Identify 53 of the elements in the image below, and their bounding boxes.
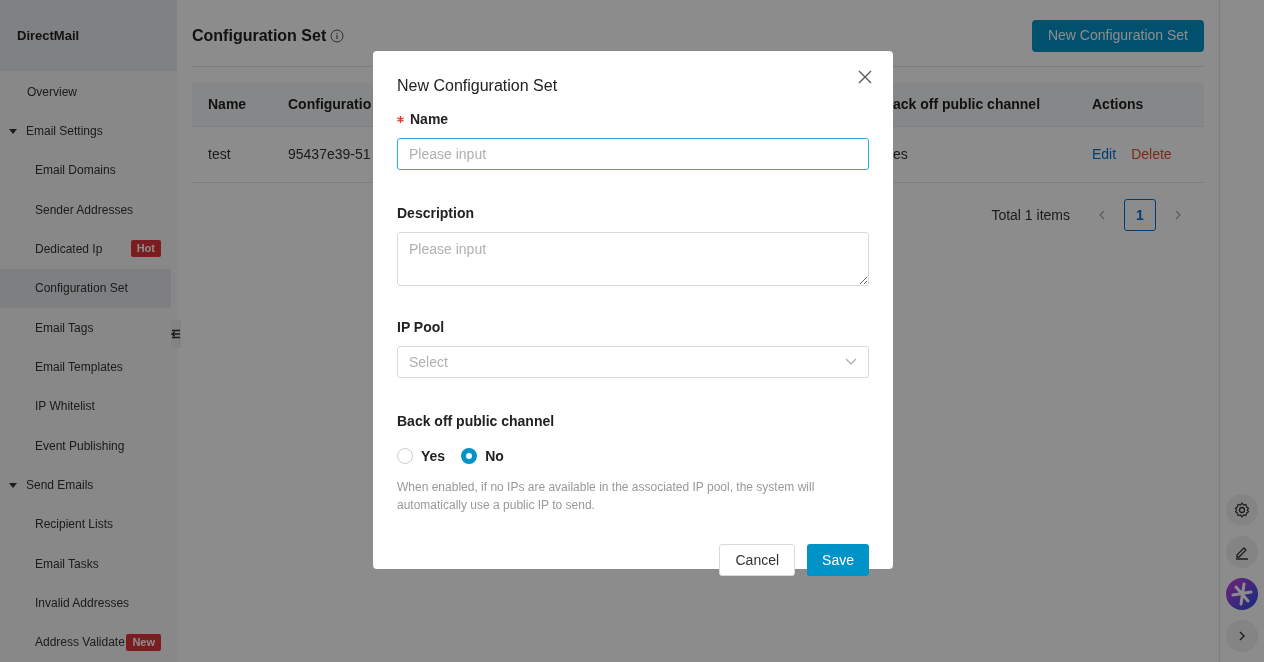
column-header: Name bbox=[208, 95, 248, 114]
table-cell-text: es bbox=[893, 145, 908, 164]
radio-label: No bbox=[485, 446, 504, 466]
sidebar-group[interactable]: Email Settings bbox=[0, 111, 177, 151]
sidebar-item[interactable]: Email Tasks bbox=[0, 543, 171, 584]
page-title: Configuration Set bbox=[192, 25, 327, 46]
name-input[interactable]: Please input bbox=[397, 138, 869, 170]
hot-badge: Hot bbox=[130, 240, 161, 258]
sidebar-item[interactable]: Email Tags bbox=[0, 307, 171, 348]
total-count: Total 1 items bbox=[991, 205, 1070, 225]
assistant-logo-icon[interactable] bbox=[1226, 578, 1258, 610]
collapse-handle[interactable] bbox=[171, 320, 181, 348]
radio-button[interactable] bbox=[461, 448, 478, 464]
table-cell-text: 95437e39-51 bbox=[288, 145, 371, 164]
sidebar-item[interactable]: Dedicated Ip Hot bbox=[0, 229, 171, 269]
product-title: DirectMail bbox=[17, 26, 80, 45]
close-icon[interactable] bbox=[857, 69, 873, 85]
field-label: IP Pool bbox=[397, 317, 445, 337]
pencil-icon[interactable] bbox=[1226, 536, 1258, 568]
edit-link[interactable]: Edit bbox=[1092, 144, 1117, 165]
page-button[interactable]: 1 bbox=[1124, 199, 1156, 231]
table-cell-text: test bbox=[208, 145, 231, 164]
cancel-button[interactable]: Cancel bbox=[719, 544, 796, 576]
column-header: ack off public channel bbox=[893, 95, 1042, 114]
delete-link[interactable]: Delete bbox=[1131, 144, 1172, 165]
help-text: When enabled, if no IPs are available in the associated IP pool, the system will automatically use a public IP to send. bbox=[397, 479, 816, 514]
radio-button[interactable] bbox=[397, 448, 413, 464]
sidebar-item[interactable]: Sender Addresses bbox=[0, 189, 171, 230]
sidebar-item[interactable]: Invalid Addresses bbox=[0, 583, 171, 623]
save-button[interactable]: Save bbox=[807, 544, 869, 576]
field-label: Description bbox=[397, 203, 474, 223]
sidebar-group[interactable]: Send Emails bbox=[0, 465, 177, 505]
new-configuration-set-button[interactable]: New Configuration Set bbox=[1031, 19, 1204, 52]
sidebar-item[interactable]: Configuration Set bbox=[0, 268, 171, 308]
column-header: Configuratio bbox=[288, 95, 373, 114]
radio-label: Yes bbox=[421, 446, 446, 466]
sidebar-item[interactable]: Email Templates bbox=[0, 347, 171, 387]
settings-icon[interactable] bbox=[1226, 494, 1258, 526]
sidebar-item[interactable]: IP Whitelist bbox=[0, 386, 171, 426]
column-header: Actions bbox=[1092, 95, 1145, 114]
field-label: Name bbox=[410, 109, 449, 129]
sidebar-item[interactable]: Recipient Lists bbox=[0, 504, 171, 544]
description-textarea[interactable]: Please input bbox=[397, 232, 869, 286]
chevron-down-icon bbox=[845, 358, 857, 366]
chevron-right-icon[interactable] bbox=[1226, 620, 1258, 652]
sidebar-item[interactable]: Event Publishing bbox=[0, 425, 171, 466]
info-icon bbox=[330, 28, 345, 43]
sidebar-item[interactable]: Overview bbox=[0, 71, 171, 112]
sidebar-item[interactable]: Email Domains bbox=[0, 150, 171, 190]
hot-badge: New bbox=[126, 633, 161, 651]
dialog-title: New Configuration Set bbox=[397, 76, 558, 96]
sidebar-item[interactable]: Address Validate New bbox=[0, 622, 171, 662]
field-label: Back off public channel bbox=[397, 411, 555, 431]
